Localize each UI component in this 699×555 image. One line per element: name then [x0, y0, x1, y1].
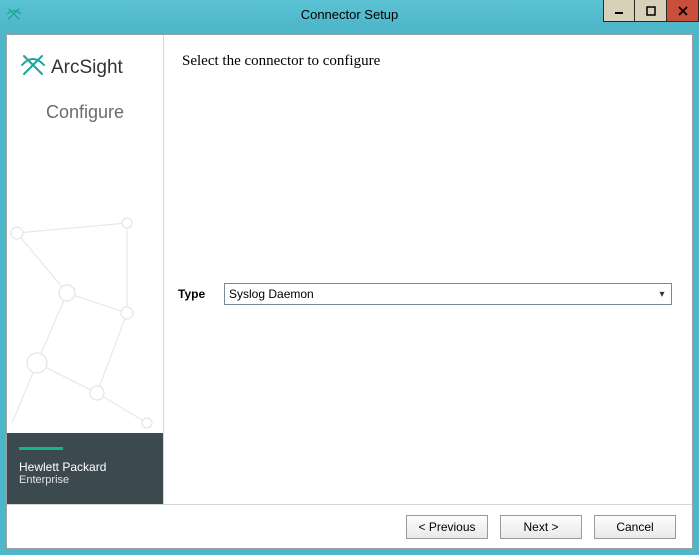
app-icon: [6, 6, 22, 22]
minimize-button[interactable]: [603, 0, 635, 22]
type-select-wrap: ▾: [224, 283, 672, 305]
button-bar: < Previous Next > Cancel: [7, 504, 692, 548]
type-select[interactable]: [224, 283, 672, 305]
arcsight-logo-icon: [21, 53, 45, 82]
hpe-bar-icon: [19, 447, 63, 450]
titlebar: Connector Setup: [0, 0, 699, 28]
window-buttons: [603, 0, 699, 22]
close-button[interactable]: [667, 0, 699, 22]
sidebar: ArcSight Configure: [7, 35, 163, 504]
sidebar-subtitle: Configure: [7, 102, 163, 123]
previous-button[interactable]: < Previous: [406, 515, 488, 539]
main-row: ArcSight Configure: [7, 35, 692, 504]
decorative-network-icon: [7, 123, 163, 433]
type-label: Type: [174, 287, 214, 301]
cancel-button[interactable]: Cancel: [594, 515, 676, 539]
vendor-footer: Hewlett Packard Enterprise: [7, 433, 163, 504]
window-title: Connector Setup: [0, 7, 699, 22]
client-area: ArcSight Configure: [0, 28, 699, 555]
next-button[interactable]: Next >: [500, 515, 582, 539]
brand-text: ArcSight: [51, 57, 123, 79]
main-panel: Select the connector to configure Type ▾: [163, 35, 692, 504]
maximize-button[interactable]: [635, 0, 667, 22]
window-root: Connector Setup: [0, 0, 699, 555]
brand: ArcSight: [7, 35, 163, 88]
vendor-line1: Hewlett Packard: [19, 460, 151, 474]
type-row: Type ▾: [174, 283, 672, 305]
vendor-line2: Enterprise: [19, 474, 151, 486]
content-frame: ArcSight Configure: [6, 34, 693, 549]
instruction-text: Select the connector to configure: [182, 53, 672, 70]
